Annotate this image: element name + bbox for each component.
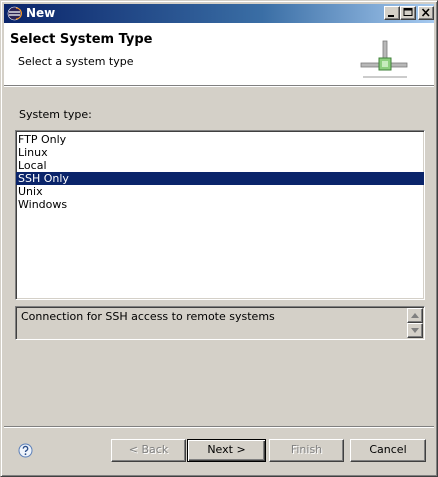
finish-button[interactable]: Finish [269, 439, 344, 462]
title-bar[interactable]: New [4, 4, 434, 23]
minimize-icon [388, 15, 394, 17]
list-item[interactable]: SSH Only [16, 172, 424, 185]
scroll-down-button[interactable] [407, 323, 423, 338]
maximize-icon [403, 8, 413, 16]
new-wizard-dialog: New Select System Type Select a system t… [0, 0, 438, 477]
button-bar-separator [4, 426, 434, 428]
list-item[interactable]: Unix [16, 185, 424, 198]
description-text: Connection for SSH access to remote syst… [21, 310, 275, 323]
window-title: New [26, 6, 56, 20]
maximize-button[interactable] [400, 6, 416, 20]
help-icon[interactable] [18, 443, 33, 458]
scroll-up-button[interactable] [407, 308, 423, 323]
banner-separator [4, 85, 434, 87]
arrow-up-icon [411, 313, 419, 318]
arrow-down-icon [411, 328, 419, 333]
list-item[interactable]: Local [16, 159, 424, 172]
list-item[interactable]: FTP Only [16, 133, 424, 146]
system-type-description: Connection for SSH access to remote syst… [15, 306, 425, 340]
cancel-button[interactable]: Cancel [350, 439, 426, 462]
minimize-button[interactable] [384, 6, 400, 20]
eclipse-icon [7, 6, 22, 21]
next-button[interactable]: Next > [187, 439, 266, 462]
page-title: Select System Type [10, 32, 153, 47]
network-connection-icon [359, 40, 409, 82]
list-item[interactable]: Linux [16, 146, 424, 159]
description-scrollbar[interactable] [407, 308, 423, 338]
wizard-banner: Select System Type Select a system type [4, 23, 434, 85]
system-type-list[interactable]: FTP Only Linux Local SSH Only Unix Windows [15, 130, 425, 300]
close-icon [421, 8, 430, 17]
close-button[interactable] [418, 6, 434, 20]
system-type-label: System type: [19, 108, 92, 121]
list-item[interactable]: Windows [16, 198, 424, 211]
page-description: Select a system type [18, 55, 134, 68]
back-button[interactable]: < Back [111, 439, 186, 462]
